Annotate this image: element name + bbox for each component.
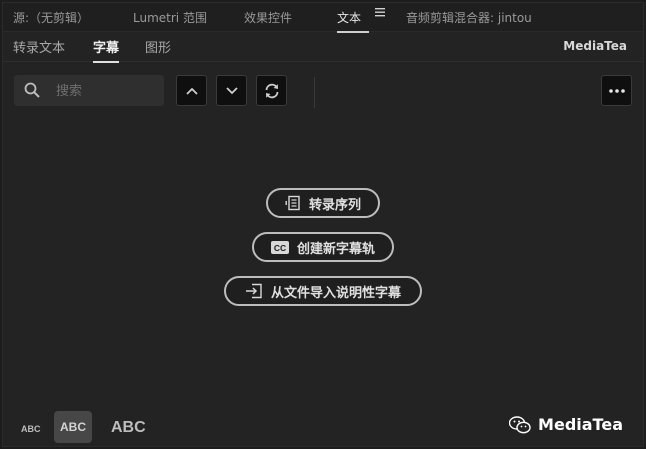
tab-lumetri-scopes[interactable]: Lumetri 范围	[133, 9, 207, 26]
tab-captions-label: 字幕	[93, 41, 120, 56]
search-field[interactable]	[14, 75, 164, 108]
refresh-button[interactable]	[256, 75, 287, 106]
previous-button[interactable]	[176, 75, 207, 106]
toolbar-divider	[314, 77, 315, 108]
watermark-label: MediaTea	[538, 415, 623, 434]
import-icon	[245, 283, 263, 299]
chevron-down-icon	[225, 86, 238, 95]
watermark: MediaTea	[509, 415, 623, 434]
chevron-up-icon	[185, 87, 198, 95]
svg-text:CC: CC	[274, 243, 286, 253]
text-panel: 源:（无剪辑） Lumetri 范围 效果控件 文本 音频剪辑混合器: jint…	[2, 2, 644, 447]
panel-tab-bar: 源:（无剪辑） Lumetri 范围 效果控件 文本 音频剪辑混合器: jint…	[3, 3, 643, 33]
tab-text[interactable]: 文本	[337, 9, 370, 33]
tab-source[interactable]: 源:（无剪辑）	[13, 9, 89, 26]
transcribe-sequence-label: 转录序列	[308, 197, 361, 213]
more-button[interactable]	[601, 75, 632, 106]
text-size-medium[interactable]: ABC	[54, 411, 92, 443]
tab-effect-controls[interactable]: 效果控件	[244, 9, 292, 26]
transcribe-sequence-button[interactable]: 转录序列	[266, 188, 380, 218]
create-caption-track-button[interactable]: CC 创建新字幕轨	[252, 232, 394, 262]
more-icon	[608, 88, 625, 93]
wechat-icon	[509, 415, 531, 434]
text-size-small[interactable]: ABC	[21, 424, 41, 434]
search-input[interactable]	[54, 75, 162, 108]
cc-icon: CC	[270, 240, 289, 254]
create-caption-track-label: 创建新字幕轨	[296, 241, 375, 257]
tab-graphics[interactable]: 图形	[145, 37, 171, 56]
tab-audio-clip-mixer[interactable]: 音频剪辑混合器: jintou	[406, 9, 532, 26]
search-icon	[24, 82, 40, 98]
tab-active-underline	[93, 61, 120, 63]
sub-tab-bar: 转录文本 字幕 图形 MediaTea	[3, 31, 643, 63]
text-size-large[interactable]: ABC	[111, 419, 146, 437]
tab-captions[interactable]: 字幕	[93, 37, 120, 63]
refresh-icon	[263, 82, 281, 100]
next-button[interactable]	[216, 75, 247, 106]
import-captions-button[interactable]: 从文件导入说明性字幕	[224, 276, 422, 306]
tab-transcript[interactable]: 转录文本	[13, 37, 65, 56]
import-captions-label: 从文件导入说明性字幕	[270, 285, 401, 301]
tab-text-label: 文本	[337, 11, 362, 25]
hamburger-icon[interactable]	[375, 6, 385, 21]
brand-label: MediaTea	[563, 39, 627, 53]
transcript-icon	[285, 195, 301, 211]
